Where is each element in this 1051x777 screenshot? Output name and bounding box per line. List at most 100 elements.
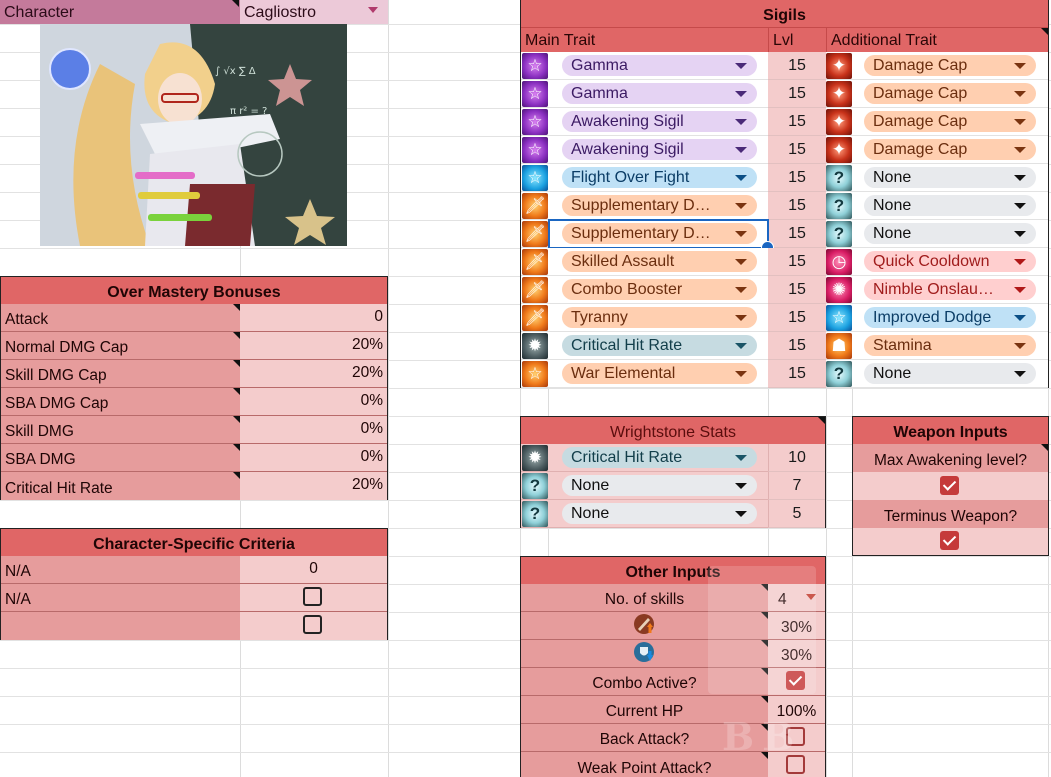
additional-trait-select[interactable]: None bbox=[864, 195, 1036, 216]
additional-trait-value: Stamina bbox=[873, 336, 932, 354]
main-trait-value: Supplementary D… bbox=[571, 196, 711, 214]
wrightstone-value[interactable]: 5 bbox=[768, 500, 825, 528]
additional-trait-select[interactable]: Stamina bbox=[864, 335, 1036, 356]
over-mastery-value[interactable]: 0% bbox=[240, 388, 387, 416]
chevron-down-icon[interactable] bbox=[1014, 203, 1026, 209]
wrightstone-trait-value: None bbox=[571, 504, 610, 522]
chevron-down-icon[interactable] bbox=[1014, 231, 1026, 237]
criteria-checkbox[interactable] bbox=[303, 615, 322, 634]
chevron-down-icon[interactable] bbox=[1014, 119, 1026, 125]
over-mastery-value[interactable]: 0% bbox=[240, 416, 387, 444]
main-trait-select[interactable]: Critical Hit Rate bbox=[562, 335, 757, 356]
chevron-down-icon[interactable] bbox=[1014, 147, 1026, 153]
wrightstone-trait-select[interactable]: Critical Hit Rate bbox=[562, 447, 757, 468]
chevron-down-icon[interactable] bbox=[1014, 175, 1026, 181]
main-trait-select[interactable]: War Elemental bbox=[562, 363, 757, 384]
sigil-level[interactable]: 15 bbox=[768, 108, 826, 136]
sigil-level[interactable]: 15 bbox=[768, 276, 826, 304]
sigil-level[interactable]: 15 bbox=[768, 164, 826, 192]
chevron-down-icon[interactable] bbox=[1014, 315, 1026, 321]
over-mastery-value[interactable]: 0 bbox=[240, 304, 387, 332]
additional-trait-select[interactable]: Improved Dodge bbox=[864, 307, 1036, 328]
main-trait-select[interactable]: Gamma bbox=[562, 83, 757, 104]
chevron-down-icon[interactable] bbox=[735, 63, 747, 69]
additional-trait-select[interactable]: Damage Cap bbox=[864, 139, 1036, 160]
chevron-down-icon[interactable] bbox=[1014, 287, 1026, 293]
additional-trait-select[interactable]: None bbox=[864, 363, 1036, 384]
chevron-down-icon[interactable] bbox=[735, 259, 747, 265]
sigil-level[interactable]: 15 bbox=[768, 80, 826, 108]
over-mastery-value[interactable]: 20% bbox=[240, 332, 387, 360]
additional-trait-select[interactable]: Damage Cap bbox=[864, 55, 1036, 76]
chevron-down-icon[interactable] bbox=[735, 371, 747, 377]
main-trait-value: Combo Booster bbox=[571, 280, 683, 298]
main-trait-value: War Elemental bbox=[571, 364, 676, 382]
wrightstone-value[interactable]: 7 bbox=[768, 472, 825, 500]
additional-trait-value: None bbox=[873, 224, 912, 242]
wrightstone-value[interactable]: 10 bbox=[768, 444, 825, 472]
watermark-logo bbox=[708, 566, 816, 694]
chevron-down-icon[interactable] bbox=[735, 147, 747, 153]
chevron-down-icon[interactable] bbox=[735, 455, 747, 461]
main-trait-select[interactable]: Awakening Sigil bbox=[562, 139, 757, 160]
terminus-checkbox[interactable] bbox=[940, 531, 959, 550]
additional-trait-select[interactable]: Nimble Onslau… bbox=[864, 279, 1036, 300]
max-awakening-label: Max Awakening level? bbox=[853, 444, 1048, 472]
sigil-level[interactable]: 15 bbox=[768, 192, 826, 220]
damage-cap-icon: ✦ bbox=[826, 81, 852, 107]
wrightstone-trait-select[interactable]: None bbox=[562, 475, 757, 496]
main-trait-select[interactable]: Supplementary D… bbox=[562, 195, 757, 216]
chevron-down-icon[interactable] bbox=[735, 343, 747, 349]
sigil-level[interactable]: 15 bbox=[768, 136, 826, 164]
sigil-level[interactable]: 15 bbox=[768, 220, 826, 248]
cell-selection bbox=[548, 219, 769, 249]
additional-trait-select[interactable]: Damage Cap bbox=[864, 111, 1036, 132]
chevron-down-icon[interactable] bbox=[368, 7, 378, 13]
main-trait-select[interactable]: Combo Booster bbox=[562, 279, 757, 300]
chevron-down-icon[interactable] bbox=[1014, 371, 1026, 377]
over-mastery-value[interactable]: 0% bbox=[240, 444, 387, 472]
chevron-down-icon[interactable] bbox=[1014, 63, 1026, 69]
chevron-down-icon[interactable] bbox=[1014, 343, 1026, 349]
additional-trait-select[interactable]: Damage Cap bbox=[864, 83, 1036, 104]
chevron-down-icon[interactable] bbox=[735, 483, 747, 489]
main-trait-select[interactable]: Flight Over Fight bbox=[562, 167, 757, 188]
sigil-level[interactable]: 15 bbox=[768, 248, 826, 276]
svg-text:∫ √x ∑ Δ: ∫ √x ∑ Δ bbox=[215, 66, 256, 77]
sigil-level[interactable]: 15 bbox=[768, 304, 826, 332]
character-select[interactable]: Cagliostro bbox=[240, 0, 388, 24]
criteria-checkbox[interactable] bbox=[303, 587, 322, 606]
current-hp-value[interactable]: 100% bbox=[768, 696, 825, 724]
main-trait-select[interactable]: Tyranny bbox=[562, 307, 757, 328]
over-mastery-label: Skill DMG bbox=[1, 416, 240, 444]
max-awakening-checkbox[interactable] bbox=[940, 476, 959, 495]
sigil-level[interactable]: 15 bbox=[768, 52, 826, 80]
chevron-down-icon[interactable] bbox=[1014, 91, 1026, 97]
over-mastery-value[interactable]: 20% bbox=[240, 360, 387, 388]
over-mastery-value[interactable]: 20% bbox=[240, 472, 387, 500]
additional-trait-select[interactable]: None bbox=[864, 167, 1036, 188]
chevron-down-icon[interactable] bbox=[735, 287, 747, 293]
additional-trait-select[interactable]: Quick Cooldown bbox=[864, 251, 1036, 272]
sigil-level[interactable]: 15 bbox=[768, 332, 826, 360]
main-trait-value: Gamma bbox=[571, 56, 628, 74]
chevron-down-icon[interactable] bbox=[735, 175, 747, 181]
criteria-value[interactable]: 0 bbox=[240, 556, 387, 584]
chevron-down-icon[interactable] bbox=[735, 315, 747, 321]
sword-icon: 🗡 bbox=[522, 193, 548, 219]
chevron-down-icon[interactable] bbox=[735, 511, 747, 517]
chevron-down-icon[interactable] bbox=[1014, 259, 1026, 265]
question-icon: ? bbox=[826, 221, 852, 247]
sigil-level[interactable]: 15 bbox=[768, 360, 826, 388]
main-trait-value: Awakening Sigil bbox=[571, 140, 684, 158]
main-trait-select[interactable]: Skilled Assault bbox=[562, 251, 757, 272]
back-attack-checkbox[interactable] bbox=[786, 727, 805, 746]
chevron-down-icon[interactable] bbox=[735, 91, 747, 97]
main-trait-select[interactable]: Gamma bbox=[562, 55, 757, 76]
weak-point-checkbox[interactable] bbox=[786, 755, 805, 774]
chevron-down-icon[interactable] bbox=[735, 119, 747, 125]
chevron-down-icon[interactable] bbox=[735, 203, 747, 209]
additional-trait-select[interactable]: None bbox=[864, 223, 1036, 244]
main-trait-select[interactable]: Awakening Sigil bbox=[562, 111, 757, 132]
wrightstone-trait-select[interactable]: None bbox=[562, 503, 757, 524]
